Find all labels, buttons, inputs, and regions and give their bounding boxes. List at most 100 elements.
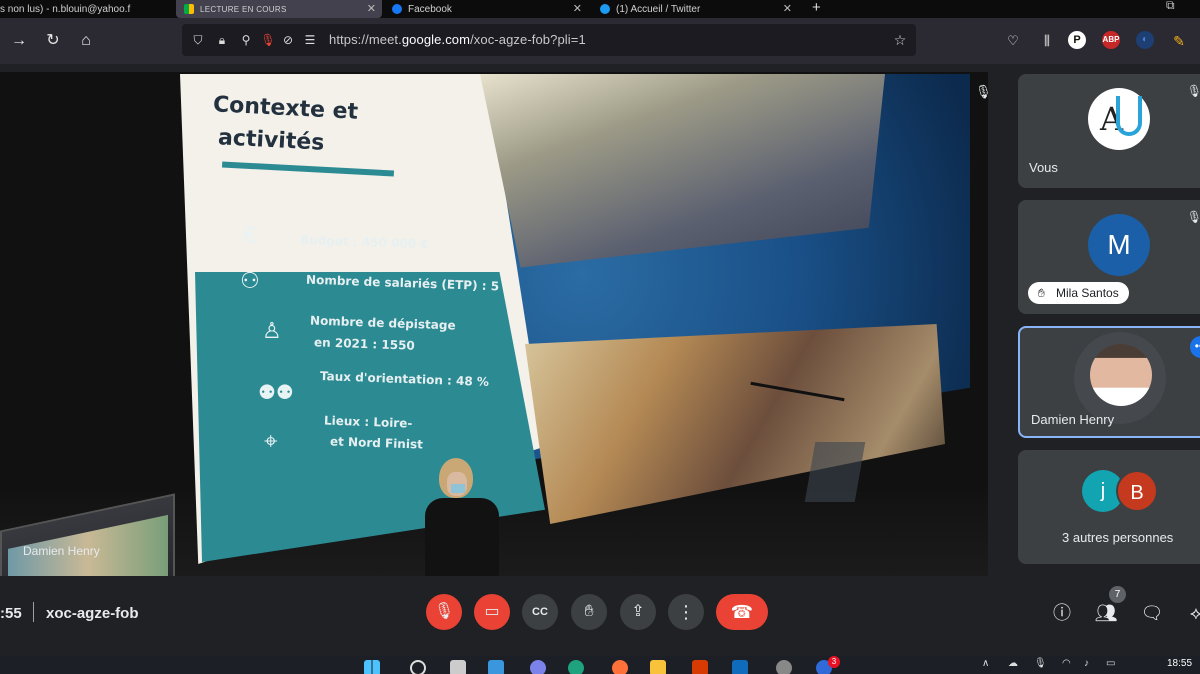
tab-google-meet[interactable]: LECTURE EN COURS ✕ — [176, 0, 382, 18]
people-icon[interactable]: 👥︎ — [1094, 601, 1118, 625]
vpn-icon[interactable]: ◐ — [1136, 31, 1154, 49]
main-tile-name: Damien Henry — [23, 544, 100, 558]
library-icon[interactable]: ⫼ — [1036, 30, 1058, 52]
forward-icon[interactable]: → — [8, 30, 30, 52]
new-tab-icon[interactable]: + — [812, 0, 821, 16]
facebook-icon — [392, 4, 402, 14]
participant-tile-damien[interactable]: Damien Henry ••• — [1018, 326, 1200, 438]
avatar: B — [1116, 470, 1158, 512]
hand-icon: ✋︎ — [1038, 286, 1045, 300]
participant-name: 3 autres personnes — [1062, 530, 1174, 545]
tab-twitter[interactable]: (1) Accueil / Twitter ✕ — [600, 0, 798, 18]
battery-icon[interactable]: ▭ — [1106, 658, 1115, 669]
participant-tile-others[interactable]: j B 3 autres personnes — [1018, 450, 1200, 564]
captions-icon: CC — [532, 606, 548, 618]
participant-tile-you[interactable]: A Vous 🎙︎ — [1018, 74, 1200, 188]
widgets-icon[interactable] — [488, 660, 504, 674]
reload-icon[interactable]: ↻ — [42, 30, 64, 52]
avatar: A — [1088, 88, 1150, 150]
meet-control-bar: :55 xoc-agze-fob 🎙︎ ▭ CC ✋︎ ⇪ ⋮ ☎︎ ⓘ 👥︎ … — [0, 576, 1200, 656]
shield-icon[interactable]: ⛉ — [190, 32, 206, 48]
teams-icon[interactable] — [530, 660, 546, 674]
permissions-icon[interactable]: ⚲ — [238, 32, 254, 48]
participant-tile-mila[interactable]: M ✋︎ Mila Santos 🎙︎ — [1018, 200, 1200, 314]
raised-hand-badge: ✋︎ Mila Santos — [1028, 282, 1129, 304]
close-icon[interactable]: ✕ — [573, 2, 582, 15]
mic-off-icon: 🎙︎ — [975, 84, 988, 99]
bookmark-star-icon[interactable]: ☆ — [892, 32, 908, 48]
close-icon[interactable]: ✕ — [367, 2, 376, 15]
task-view-icon[interactable] — [450, 660, 466, 674]
office-icon[interactable] — [692, 660, 708, 674]
chat-icon[interactable]: 🗨︎ — [1140, 601, 1164, 625]
mic-off-icon: 🎙︎ — [1186, 84, 1200, 98]
more-vert-icon: ⋮ — [677, 602, 695, 622]
hangup-icon: ☎︎ — [730, 602, 754, 622]
twitter-icon — [600, 4, 610, 14]
captions-button[interactable]: CC — [522, 594, 558, 630]
browser-toolbar: → ↻ ⌂ ⛉ 🔒︎ ⚲ 🎙︎ ⊘ ☰ https://meet.google.… — [0, 18, 1200, 64]
pushbullet-icon[interactable]: P — [1068, 31, 1086, 49]
more-options-button[interactable]: ⋮ — [668, 594, 704, 630]
tab-facebook[interactable]: Facebook ✕ — [392, 0, 588, 18]
leave-call-button[interactable]: ☎︎ — [716, 594, 768, 630]
firefox-icon[interactable] — [612, 660, 628, 674]
wifi-icon[interactable]: ◠ — [1062, 658, 1071, 669]
windows-taskbar: 3 ∧ ☁ 🎙︎ ◠ ♪ ▭ 18:55 — [0, 656, 1200, 674]
activities-icon[interactable]: ⟡ — [1184, 601, 1200, 625]
stethoscope-icon — [1116, 96, 1142, 136]
outlook-icon[interactable] — [732, 660, 748, 674]
camera-toggle-button[interactable]: ▭ — [474, 594, 510, 630]
main-video-tile[interactable]: Contexte et activités € Budget : 450 000… — [0, 72, 988, 576]
microphone-icon[interactable]: 🎙︎ — [260, 32, 276, 48]
mic-off-icon: 🎙︎ — [433, 603, 455, 620]
window-icon[interactable]: ⧉ — [1166, 0, 1175, 13]
notification-badge: 3 — [828, 656, 840, 668]
divider — [33, 602, 34, 622]
avatar — [1090, 344, 1152, 406]
location-icon: ⌖ — [264, 428, 278, 455]
raise-hand-button[interactable]: ✋︎ — [571, 594, 607, 630]
tab-yahoo-mail[interactable]: s non lus) - n.blouin@yahoo.f — [0, 0, 170, 18]
clock: 18:55 — [1167, 658, 1193, 669]
tray-mic-icon[interactable]: 🎙︎ — [1034, 658, 1047, 669]
tab-label: LECTURE EN COURS — [200, 4, 287, 14]
file-explorer-icon[interactable] — [650, 660, 666, 674]
more-options-icon[interactable]: ••• — [1190, 336, 1200, 358]
hand-icon: ✋︎ — [584, 603, 594, 620]
tab-label: s non lus) - n.blouin@yahoo.f — [0, 3, 131, 15]
tab-label: (1) Accueil / Twitter — [616, 3, 701, 15]
extension-icon[interactable]: ✎ — [1168, 30, 1190, 52]
reader-view-icon[interactable]: ☰ — [302, 32, 318, 48]
close-icon[interactable]: ✕ — [783, 2, 792, 15]
mic-off-icon: 🎙︎ — [1186, 210, 1200, 224]
url-bar[interactable]: ⛉ 🔒︎ ⚲ 🎙︎ ⊘ ☰ https://meet.google.com/xo… — [182, 24, 916, 56]
participant-name: Damien Henry — [1031, 412, 1115, 427]
presenter — [425, 458, 503, 576]
family-icon: ⚉⚉ — [258, 382, 294, 404]
browser-tab-strip: s non lus) - n.blouin@yahoo.f LECTURE EN… — [0, 0, 1200, 18]
edge-icon[interactable] — [568, 660, 584, 674]
lock-icon[interactable]: 🔒︎ — [214, 32, 230, 48]
home-icon[interactable]: ⌂ — [75, 30, 97, 52]
people-count-badge: 7 — [1109, 586, 1126, 603]
stage-lectern — [804, 442, 866, 502]
url-text[interactable]: https://meet.google.com/xoc-agze-fob?pli… — [329, 32, 586, 47]
tray-cloud-icon[interactable]: ☁ — [1008, 658, 1018, 669]
meet-icon — [184, 4, 194, 14]
mic-toggle-button[interactable]: 🎙︎ — [426, 594, 462, 630]
pocket-icon[interactable]: ♡ — [1002, 30, 1024, 52]
camera-blocked-icon[interactable]: ⊘ — [280, 32, 296, 48]
search-icon[interactable] — [410, 660, 426, 674]
camera-off-icon: ▭ — [484, 603, 500, 620]
tab-label: Facebook — [408, 3, 452, 15]
settings-icon[interactable] — [776, 660, 792, 674]
present-button[interactable]: ⇪ — [620, 594, 656, 630]
start-icon[interactable] — [364, 660, 380, 674]
participant-name: Mila Santos — [1056, 286, 1119, 300]
staff-icon: ⚇ — [240, 268, 260, 293]
tray-chevron-icon[interactable]: ∧ — [982, 658, 989, 669]
meeting-info-icon[interactable]: ⓘ — [1050, 601, 1074, 625]
volume-icon[interactable]: ♪ — [1084, 658, 1089, 669]
adblock-icon[interactable]: ABP — [1102, 31, 1120, 49]
